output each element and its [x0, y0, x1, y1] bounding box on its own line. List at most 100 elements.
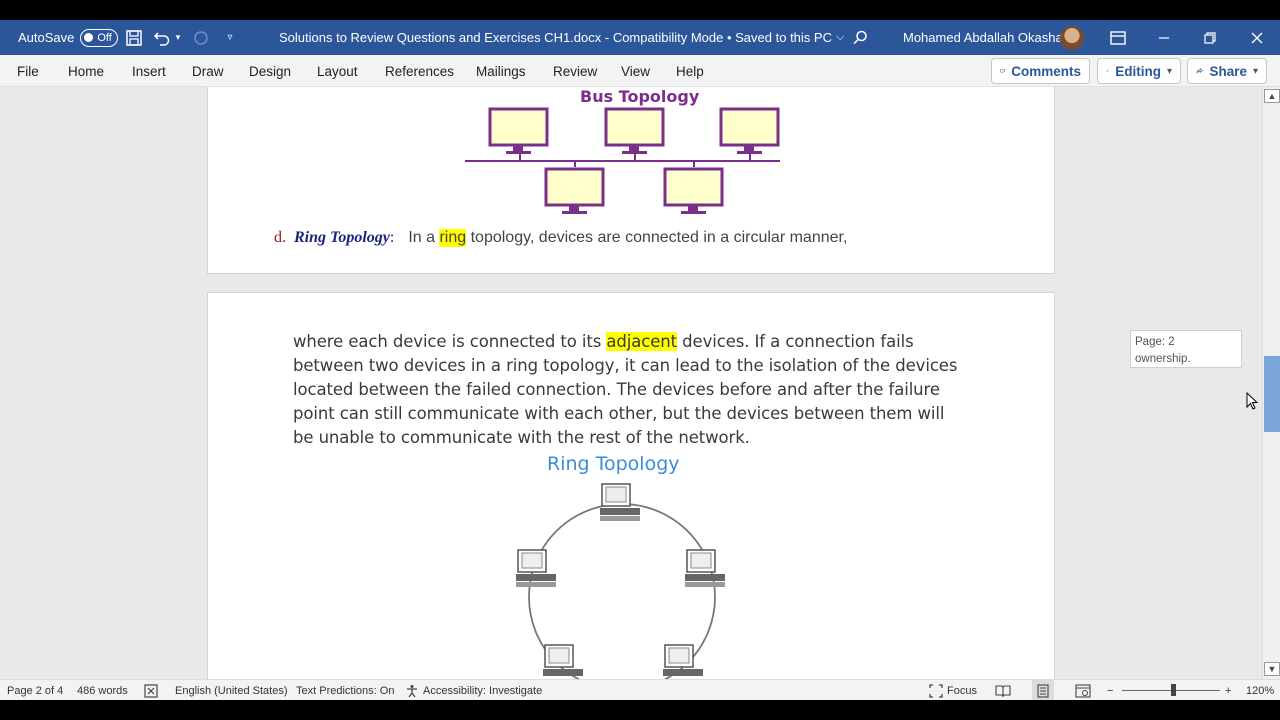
- autosave-label: AutoSave: [18, 30, 75, 45]
- title-bar: AutoSave Off ▾ ▿ Solutions to Review Que…: [0, 20, 1280, 55]
- comments-button[interactable]: Comments: [991, 58, 1090, 84]
- navigation-tooltip: Page: 2 ownership.: [1130, 330, 1242, 368]
- scroll-down-icon[interactable]: ▼: [1264, 662, 1280, 676]
- proofing-icon[interactable]: [144, 680, 160, 701]
- web-layout-icon[interactable]: [1075, 680, 1091, 701]
- bus-monitor: [663, 167, 724, 214]
- item-text-pre: In a: [408, 229, 440, 246]
- editing-button[interactable]: Editing ▾: [1097, 58, 1181, 84]
- highlight-ring: ring: [439, 229, 467, 247]
- tooltip-page: Page: 2: [1135, 336, 1175, 348]
- language-status[interactable]: English (United States): [175, 680, 288, 701]
- document-title-text: Solutions to Review Questions and Exerci…: [279, 30, 832, 45]
- zoom-in-icon[interactable]: +: [1225, 680, 1231, 701]
- print-layout-icon[interactable]: [1032, 680, 1054, 701]
- ring-computer: [516, 549, 556, 587]
- tab-home[interactable]: Home: [68, 55, 104, 87]
- pencil-icon: [1106, 69, 1110, 73]
- search-icon[interactable]: [849, 20, 871, 55]
- ring-topology-title: Ring Topology: [547, 453, 680, 475]
- paragraph-line: point can still communicate with each ot…: [293, 404, 945, 423]
- zoom-slider-thumb[interactable]: [1171, 684, 1176, 696]
- read-mode-icon[interactable]: [995, 680, 1011, 701]
- share-icon: [1196, 68, 1203, 74]
- paragraph-line: located between the failed connection. T…: [293, 380, 940, 399]
- ribbon-display-icon[interactable]: [1107, 20, 1129, 55]
- document-canvas[interactable]: Bus Topology d. Ring Topology: In a rin…: [0, 87, 1262, 679]
- list-item-ring-topology: d. Ring Topology : In a ring topology, d…: [274, 229, 847, 247]
- chevron-down-icon: ▾: [1166, 65, 1172, 77]
- customize-toolbar-icon[interactable]: ▿: [219, 20, 241, 55]
- toggle-knob: [84, 33, 94, 42]
- focus-icon: [929, 683, 943, 698]
- ring-computer: [600, 483, 640, 521]
- tab-help[interactable]: Help: [676, 55, 704, 87]
- item-text-post: topology, devices are connected in a cir…: [466, 229, 848, 246]
- ring-computer: [543, 644, 583, 676]
- tab-mailings[interactable]: Mailings: [476, 55, 526, 87]
- autosave-control[interactable]: AutoSave Off: [18, 20, 119, 55]
- document-title[interactable]: Solutions to Review Questions and Exerci…: [279, 20, 844, 55]
- minimize-icon[interactable]: [1153, 20, 1175, 55]
- autosave-state: Off: [97, 31, 112, 44]
- tab-review[interactable]: Review: [553, 55, 597, 87]
- ring-computer: [663, 644, 703, 676]
- body-paragraph[interactable]: where each device is connected to its ad…: [293, 330, 973, 450]
- tab-view[interactable]: View: [621, 55, 650, 87]
- bus-monitor: [544, 167, 605, 214]
- focus-mode-button[interactable]: Focus: [929, 680, 977, 701]
- bus-monitor: [488, 107, 549, 154]
- zoom-level[interactable]: 120%: [1246, 680, 1274, 701]
- editing-label: Editing: [1115, 63, 1161, 79]
- tab-design[interactable]: Design: [249, 55, 291, 87]
- user-name[interactable]: Mohamed Abdallah Okasha: [903, 20, 1063, 55]
- ring-computer: [685, 549, 725, 587]
- mouse-cursor-icon: [1246, 392, 1259, 410]
- status-bar: Page 2 of 4 486 words English (United St…: [0, 679, 1280, 701]
- share-label: Share: [1209, 63, 1247, 79]
- scrollbar-thumb[interactable]: [1264, 356, 1280, 432]
- share-button[interactable]: Share ▾: [1187, 58, 1267, 84]
- top-black-bar: [0, 0, 1280, 20]
- ribbon: File Home Insert Draw Design Layout Refe…: [0, 55, 1280, 87]
- page-count[interactable]: Page 2 of 4: [7, 680, 63, 701]
- line-text: devices. If a connection fails: [677, 332, 914, 351]
- redo-icon[interactable]: [190, 20, 212, 55]
- tab-draw[interactable]: Draw: [192, 55, 224, 87]
- undo-icon[interactable]: [151, 20, 173, 55]
- comment-icon: [1000, 69, 1005, 74]
- highlight-adjacent: adjacent: [606, 332, 678, 351]
- tab-insert[interactable]: Insert: [132, 55, 166, 87]
- term-colon: :: [389, 229, 395, 246]
- tab-file[interactable]: File: [17, 55, 39, 87]
- scroll-up-icon[interactable]: ▲: [1264, 89, 1280, 103]
- bus-monitor: [604, 107, 665, 154]
- word-count[interactable]: 486 words: [77, 680, 128, 701]
- share-chevron-down-icon: ▾: [1252, 65, 1258, 77]
- tab-references[interactable]: References: [385, 55, 454, 87]
- paragraph-line: where each device is connected to its ad…: [293, 330, 973, 354]
- list-letter: d.: [274, 229, 286, 246]
- undo-dropdown-icon[interactable]: ▾: [171, 20, 185, 55]
- term-ring-topology: Ring Topology: [294, 229, 390, 246]
- avatar[interactable]: [1060, 26, 1084, 50]
- restore-icon[interactable]: [1199, 20, 1221, 55]
- close-icon[interactable]: [1246, 20, 1268, 55]
- tab-layout[interactable]: Layout: [317, 55, 358, 87]
- autosave-toggle[interactable]: Off: [80, 28, 119, 47]
- focus-label: Focus: [947, 684, 977, 697]
- accessibility-label: Accessibility: Investigate: [423, 684, 543, 697]
- paragraph-line: between two devices in a ring topology, …: [293, 356, 958, 375]
- zoom-out-icon[interactable]: −: [1107, 680, 1113, 701]
- bottom-black-bar: [0, 700, 1280, 720]
- bus-topology-diagram: [465, 107, 780, 214]
- ring-topology-diagram: [516, 483, 725, 679]
- tooltip-heading: ownership.: [1135, 353, 1191, 365]
- vertical-scrollbar[interactable]: ▲ ▼: [1262, 87, 1280, 679]
- title-chevron-down-icon: ⌵: [835, 31, 845, 43]
- text-predictions-status[interactable]: Text Predictions: On: [296, 680, 394, 701]
- accessibility-status[interactable]: Accessibility: Investigate: [405, 680, 542, 701]
- bus-topology-title: Bus Topology: [580, 87, 700, 106]
- save-icon[interactable]: [123, 20, 145, 55]
- line-text: where each device is connected to its: [293, 332, 607, 351]
